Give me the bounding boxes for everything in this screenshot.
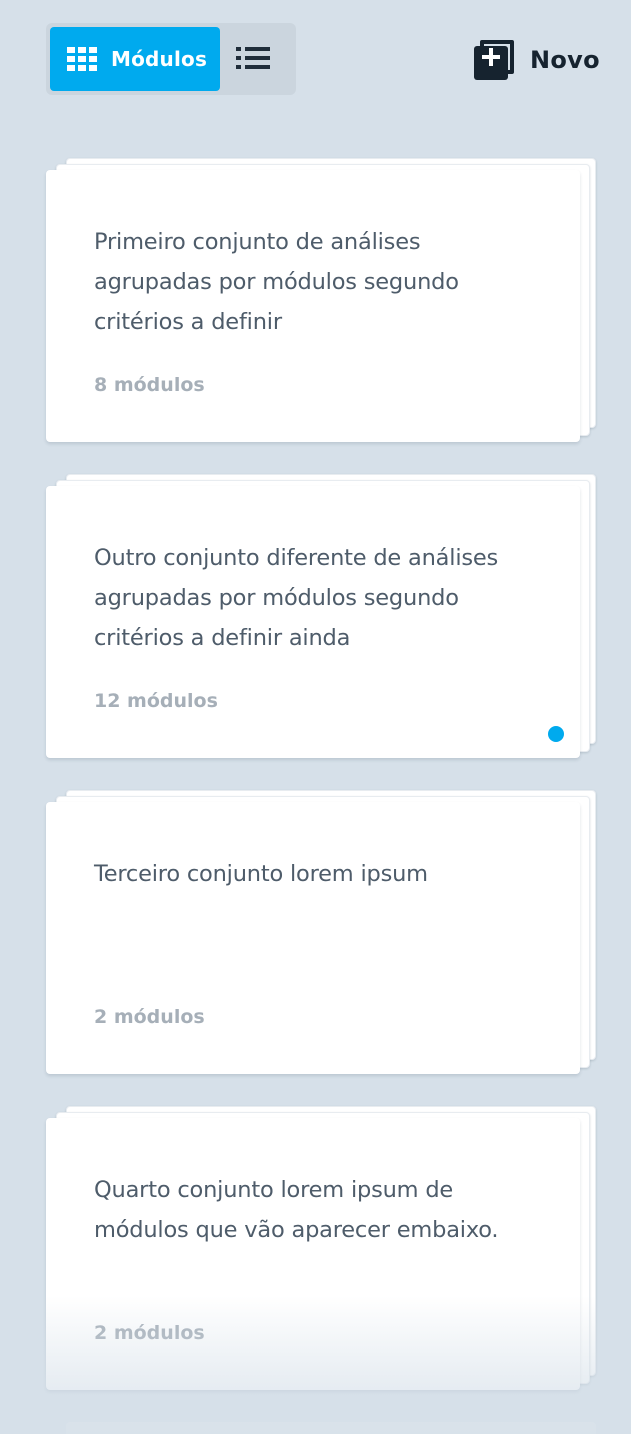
list-view-button[interactable] — [236, 47, 272, 71]
module-set-card[interactable]: Outro conjunto diferente de análises agr… — [46, 474, 598, 760]
module-set-card[interactable]: Quarto conjunto lorem ipsum de módulos q… — [46, 1106, 598, 1392]
new-button[interactable]: Novo — [474, 40, 600, 80]
module-count: 8 módulos — [94, 374, 205, 396]
grid-icon — [67, 47, 97, 71]
module-set-card[interactable]: Terceiro conjunto lorem ipsum 2 módulos — [46, 790, 598, 1076]
unread-indicator-dot — [548, 726, 564, 742]
card-title: Terceiro conjunto lorem ipsum — [94, 861, 428, 887]
card-title: Primeiro conjunto de análises agrupadas … — [94, 229, 459, 335]
module-count: 2 módulos — [94, 1322, 205, 1344]
grid-view-label: Módulos — [111, 47, 208, 71]
module-set-card[interactable]: Primeiro conjunto de análises agrupadas … — [46, 158, 598, 444]
view-toggle: Módulos — [46, 23, 296, 95]
card-title: Outro conjunto diferente de análises agr… — [94, 545, 499, 651]
next-card-peek — [66, 1422, 596, 1434]
module-count: 12 módulos — [94, 690, 218, 712]
grid-view-button[interactable]: Módulos — [50, 27, 220, 91]
card-title: Quarto conjunto lorem ipsum de módulos q… — [94, 1177, 499, 1243]
module-count: 2 módulos — [94, 1006, 205, 1028]
list-icon — [236, 47, 270, 69]
add-stack-icon — [474, 40, 514, 80]
new-button-label: Novo — [530, 46, 600, 74]
